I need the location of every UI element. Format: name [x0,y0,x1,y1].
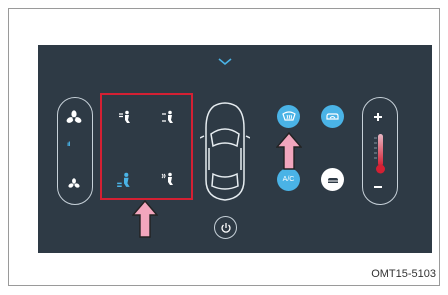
recirculation-button[interactable] [321,105,344,128]
ac-button[interactable]: A/C [277,168,300,191]
indicator-arrow [132,200,158,238]
vent-feet-defrost-icon[interactable] [161,172,175,186]
power-icon [220,222,231,233]
indicator-arrow [276,132,302,170]
figure-code: OMT15-5103 [371,268,436,280]
minus-icon[interactable] [373,182,383,192]
air-mode-highlight-box [100,93,193,200]
vent-face-icon[interactable] [118,110,132,124]
fresh-air-icon [326,177,339,183]
fan-level-indicator: ıılll [67,142,71,148]
fan-high-icon[interactable] [66,110,82,126]
front-defrost-button[interactable] [277,105,300,128]
car-icon [200,102,250,201]
thermometer-icon [374,134,385,174]
vent-face-feet-icon[interactable] [161,110,175,124]
front-defrost-icon [281,110,296,121]
chevron-down-icon[interactable] [218,58,232,66]
fan-low-icon[interactable] [68,178,80,190]
power-button[interactable] [214,216,237,239]
ac-icon: A/C [282,176,295,183]
plus-icon[interactable] [373,112,383,122]
recirculation-icon [326,113,339,120]
vent-feet-icon[interactable] [116,172,132,188]
fresh-air-button[interactable] [321,168,344,191]
